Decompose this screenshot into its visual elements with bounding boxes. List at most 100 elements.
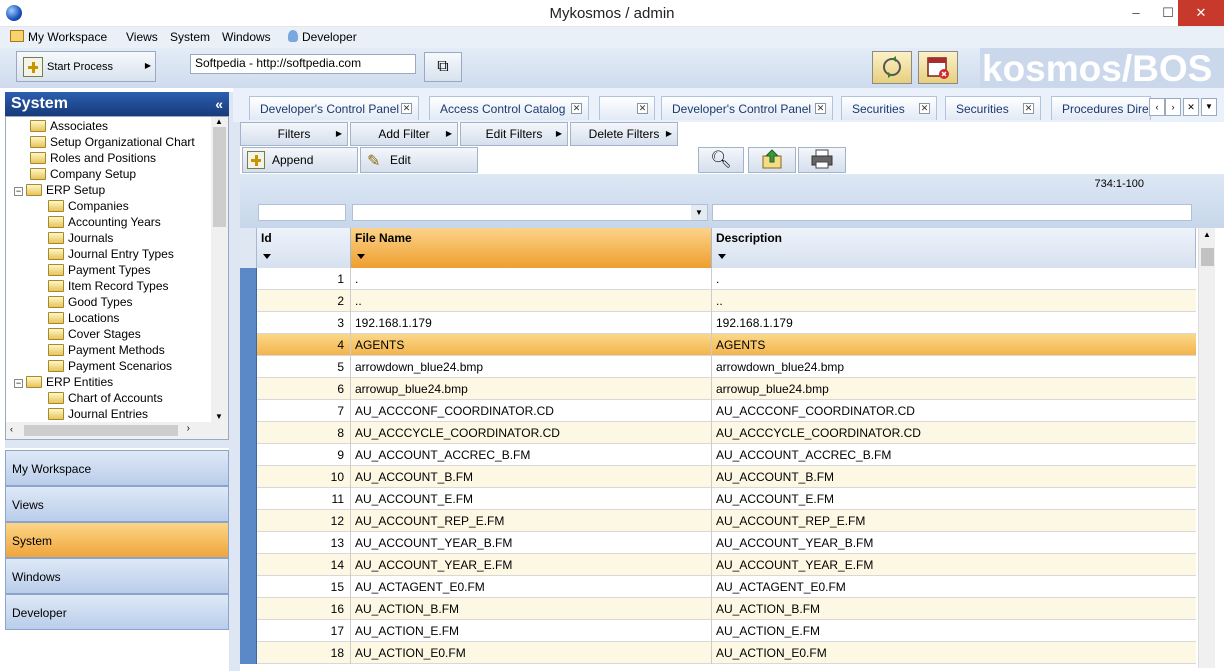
column-header-id[interactable]: Id bbox=[257, 228, 351, 268]
edit-button[interactable]: ✎ Edit bbox=[360, 147, 478, 173]
cell-id[interactable]: 11 bbox=[257, 488, 351, 510]
tab-close-icon[interactable]: ✕ bbox=[919, 103, 930, 114]
tree-item[interactable]: Company Setup bbox=[30, 166, 136, 182]
tree-item[interactable]: Associates bbox=[30, 118, 108, 134]
tree-item[interactable]: Companies bbox=[48, 198, 129, 214]
cell-file-name[interactable]: AU_ACCOUNT_E.FM bbox=[351, 488, 712, 510]
table-row[interactable]: 17 AU_ACTION_E.FM AU_ACTION_E.FM bbox=[240, 620, 1196, 642]
collapse-panel-button[interactable]: « bbox=[215, 92, 223, 116]
row-selector[interactable] bbox=[240, 356, 257, 378]
content-splitter[interactable] bbox=[229, 92, 240, 671]
cell-file-name[interactable]: arrowup_blue24.bmp bbox=[351, 378, 712, 400]
table-row[interactable]: 16 AU_ACTION_B.FM AU_ACTION_B.FM bbox=[240, 598, 1196, 620]
tree-item[interactable]: Payment Types bbox=[48, 262, 151, 278]
description-filter-input[interactable] bbox=[712, 204, 1192, 221]
cell-description[interactable]: . bbox=[712, 268, 1196, 290]
row-selector[interactable] bbox=[240, 268, 257, 290]
cell-description[interactable]: AU_ACTION_E0.FM bbox=[712, 642, 1196, 664]
row-selector[interactable] bbox=[240, 598, 257, 620]
delete-filters-button[interactable]: Delete Filters ▶ bbox=[570, 122, 678, 146]
cell-file-name[interactable]: .. bbox=[351, 290, 712, 312]
tree-item[interactable]: Payment Scenarios bbox=[48, 358, 172, 374]
search-icon[interactable]: 🔍︎ bbox=[698, 147, 744, 173]
row-selector[interactable] bbox=[240, 510, 257, 532]
column-header-description[interactable]: Description bbox=[712, 228, 1196, 268]
cell-description[interactable]: AU_ACCCYCLE_COORDINATOR.CD bbox=[712, 422, 1196, 444]
sort-arrow-icon[interactable] bbox=[263, 254, 271, 259]
cell-description[interactable]: AU_ACCCONF_COORDINATOR.CD bbox=[712, 400, 1196, 422]
cell-id[interactable]: 4 bbox=[257, 334, 351, 356]
menu-windows[interactable]: Windows bbox=[222, 30, 271, 44]
menu-my-workspace[interactable]: My Workspace bbox=[10, 30, 107, 44]
cell-id[interactable]: 9 bbox=[257, 444, 351, 466]
nav-developer[interactable]: Developer bbox=[5, 594, 229, 630]
table-row[interactable]: 8 AU_ACCCYCLE_COORDINATOR.CD AU_ACCCYCLE_C… bbox=[240, 422, 1196, 444]
cell-file-name[interactable]: AU_ACCCYCLE_COORDINATOR.CD bbox=[351, 422, 712, 444]
table-row[interactable]: 1.. bbox=[240, 268, 1196, 290]
collapse-node-icon[interactable]: − bbox=[14, 379, 23, 388]
menu-developer[interactable]: Developer bbox=[288, 30, 357, 44]
row-selector[interactable] bbox=[240, 554, 257, 576]
cell-description[interactable]: AU_ACTION_E.FM bbox=[712, 620, 1196, 642]
table-row[interactable]: 3 192.168.1.179 192.168.1.179 bbox=[240, 312, 1196, 334]
table-row[interactable]: 18 AU_ACTION_E0.FM AU_ACTION_E0.FM bbox=[240, 642, 1196, 664]
tree-horizontal-scrollbar[interactable]: ‹ › bbox=[6, 422, 212, 439]
append-button[interactable]: Append bbox=[242, 147, 358, 173]
scroll-up-icon[interactable]: ▲ bbox=[1203, 230, 1211, 239]
table-row[interactable]: 5 arrowdown_blue24.bmp arrowdown_blue24.bm… bbox=[240, 356, 1196, 378]
cell-description[interactable]: AU_ACCOUNT_ACCREC_B.FM bbox=[712, 444, 1196, 466]
cell-id[interactable]: 10 bbox=[257, 466, 351, 488]
nav-system[interactable]: System bbox=[5, 522, 229, 558]
scroll-down-icon[interactable]: ▼ bbox=[215, 412, 223, 421]
cell-id[interactable]: 5 bbox=[257, 356, 351, 378]
cell-file-name[interactable]: arrowdown_blue24.bmp bbox=[351, 356, 712, 378]
row-selector[interactable] bbox=[240, 466, 257, 488]
tree-item[interactable]: Payment Methods bbox=[48, 342, 165, 358]
table-row[interactable]: 12 AU_ACCOUNT_REP_E.FM AU_ACCOUNT_REP_E.FM bbox=[240, 510, 1196, 532]
column-header-file-name[interactable]: File Name bbox=[351, 228, 712, 268]
tab-close-icon[interactable]: ✕ bbox=[401, 103, 412, 114]
refresh-icon[interactable] bbox=[872, 51, 912, 84]
row-selector[interactable] bbox=[240, 312, 257, 334]
tree-item[interactable]: Journals bbox=[48, 230, 113, 246]
tree-item[interactable]: Accounting Years bbox=[48, 214, 161, 230]
cell-description[interactable]: AU_ACCOUNT_E.FM bbox=[712, 488, 1196, 510]
cell-description[interactable]: AU_ACTAGENT_E0.FM bbox=[712, 576, 1196, 598]
tab[interactable]: Developer's Control Panel ✕ bbox=[249, 96, 419, 120]
row-selector[interactable] bbox=[240, 532, 257, 554]
table-row[interactable]: 14 AU_ACCOUNT_YEAR_E.FM AU_ACCOUNT_YEAR_E.… bbox=[240, 554, 1196, 576]
tab-close-all-icon[interactable]: ✕ bbox=[1183, 98, 1199, 116]
tab[interactable]: Developer's Control Panel ✕ bbox=[661, 96, 833, 120]
cell-id[interactable]: 17 bbox=[257, 620, 351, 642]
sort-arrow-icon[interactable] bbox=[718, 254, 726, 259]
cell-file-name[interactable]: AU_ACTION_B.FM bbox=[351, 598, 712, 620]
cell-id[interactable]: 7 bbox=[257, 400, 351, 422]
filters-button[interactable]: Filters ▶ bbox=[240, 122, 348, 146]
cell-description[interactable]: AGENTS bbox=[712, 334, 1196, 356]
calendar-close-icon[interactable] bbox=[918, 51, 958, 84]
tree-item[interactable]: Locations bbox=[48, 310, 119, 326]
grid-vertical-scrollbar[interactable]: ▲ bbox=[1198, 228, 1215, 668]
menu-system[interactable]: System bbox=[170, 30, 210, 44]
cell-description[interactable]: AU_ACCOUNT_YEAR_E.FM bbox=[712, 554, 1196, 576]
row-selector[interactable] bbox=[240, 642, 257, 664]
tree-item[interactable]: Journal Entry Types bbox=[48, 246, 174, 262]
table-row[interactable]: 6 arrowup_blue24.bmp arrowup_blue24.bmp bbox=[240, 378, 1196, 400]
table-row[interactable]: 13 AU_ACCOUNT_YEAR_B.FM AU_ACCOUNT_YEAR_B.… bbox=[240, 532, 1196, 554]
nav-windows[interactable]: Windows bbox=[5, 558, 229, 594]
print-icon[interactable] bbox=[798, 147, 846, 173]
chevron-down-icon[interactable]: ▼ bbox=[691, 205, 707, 220]
scroll-left-icon[interactable]: ‹ bbox=[10, 424, 13, 434]
row-selector[interactable] bbox=[240, 334, 257, 356]
collapse-node-icon[interactable]: − bbox=[14, 187, 23, 196]
close-button[interactable]: ✕ bbox=[1178, 0, 1224, 26]
nav-views[interactable]: Views bbox=[5, 486, 229, 522]
table-row[interactable]: 7 AU_ACCCONF_COORDINATOR.CD AU_ACCCONF_COO… bbox=[240, 400, 1196, 422]
row-selector[interactable] bbox=[240, 378, 257, 400]
table-row[interactable]: 4 AGENTS AGENTS bbox=[240, 334, 1196, 356]
row-selector[interactable] bbox=[240, 488, 257, 510]
cell-id[interactable]: 16 bbox=[257, 598, 351, 620]
cell-description[interactable]: AU_ACCOUNT_REP_E.FM bbox=[712, 510, 1196, 532]
tree-item[interactable]: − ERP Entities bbox=[14, 374, 113, 390]
row-selector[interactable] bbox=[240, 576, 257, 598]
